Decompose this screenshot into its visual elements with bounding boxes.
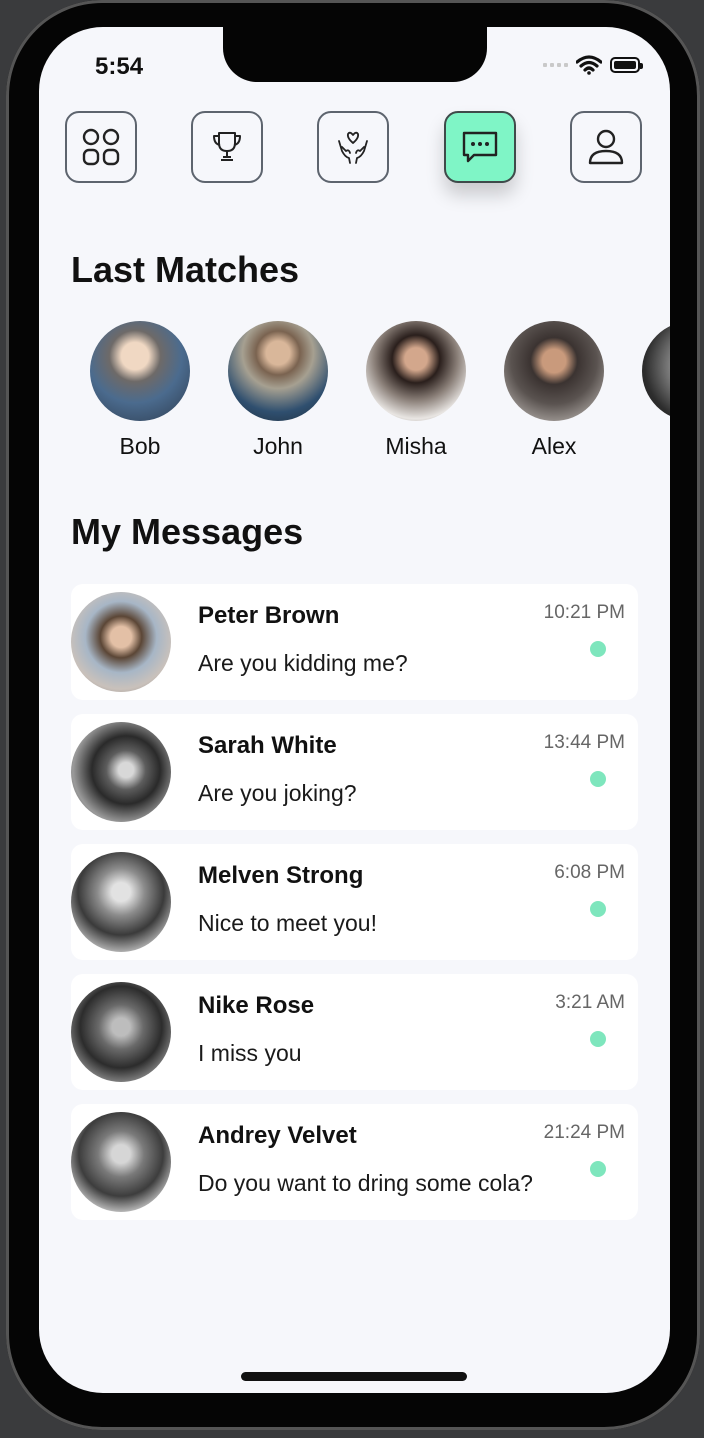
last-matches-title: Last Matches: [71, 249, 300, 290]
match-item-misha[interactable]: Misha: [365, 321, 467, 460]
message-time: 13:44 PM: [543, 732, 625, 753]
match-name: Bob: [119, 433, 161, 459]
match-name: Misha: [385, 433, 447, 459]
message-preview: Are you joking?: [198, 780, 357, 806]
app-screen: 5:54 Last Matches Bob John Misha Alex My…: [39, 27, 670, 1393]
message-preview: I miss you: [198, 1040, 302, 1066]
nav-trophy-button[interactable]: [191, 111, 263, 183]
match-name: John: [253, 433, 303, 459]
message-item[interactable]: Peter Brown Are you kidding me? 10:21 PM: [71, 584, 638, 700]
message-preview: Nice to meet you!: [198, 910, 377, 936]
sender-name: Melven Strong: [198, 862, 364, 889]
grid-icon: [82, 128, 120, 166]
avatar: [71, 982, 171, 1082]
avatar: [71, 722, 171, 822]
trophy-icon: [213, 132, 241, 161]
unread-indicator: [590, 1031, 606, 1047]
message-item[interactable]: Andrey Velvet Do you want to dring some …: [71, 1104, 638, 1220]
avatar: [228, 321, 328, 421]
avatar: [366, 321, 466, 421]
avatar: [71, 592, 171, 692]
sender-name: Nike Rose: [198, 992, 315, 1019]
unread-indicator: [590, 771, 606, 787]
match-item-john[interactable]: John: [227, 321, 329, 460]
top-nav: [65, 111, 645, 185]
avatar: [642, 321, 670, 421]
message-time: 3:21 AM: [555, 992, 625, 1013]
match-item-alex[interactable]: Alex: [503, 321, 605, 460]
status-icons: [543, 55, 643, 75]
avatar: [71, 1112, 171, 1212]
sender-name: Sarah White: [198, 732, 337, 759]
unread-indicator: [590, 901, 606, 917]
status-time: 5:54: [95, 53, 144, 80]
nav-profile-button[interactable]: [570, 111, 642, 183]
battery-icon: [610, 57, 643, 73]
message-item[interactable]: Melven Strong Nice to meet you! 6:08 PM: [71, 844, 638, 960]
nav-likes-button[interactable]: [317, 111, 389, 183]
message-preview: Do you want to dring some cola?: [198, 1170, 533, 1196]
message-time: 21:24 PM: [543, 1122, 625, 1143]
message-item[interactable]: Sarah White Are you joking? 13:44 PM: [71, 714, 638, 830]
sender-name: Peter Brown: [198, 602, 340, 629]
match-name: R: [641, 433, 670, 460]
match-item-bob[interactable]: Bob: [89, 321, 191, 460]
profile-icon: [588, 129, 624, 165]
hands-heart-icon: [338, 131, 368, 164]
avatar: [71, 852, 171, 952]
sender-name: Andrey Velvet: [198, 1122, 357, 1149]
nav-messages-button[interactable]: [444, 111, 516, 183]
cellular-signal-icon: [543, 63, 568, 67]
notch: [223, 27, 487, 82]
match-name: Alex: [531, 433, 577, 459]
last-matches-list: Bob John Misha Alex R: [89, 321, 670, 461]
wifi-icon: [576, 55, 602, 75]
avatar: [90, 321, 190, 421]
chat-icon: [462, 131, 498, 163]
message-time: 10:21 PM: [543, 602, 625, 623]
message-item[interactable]: Nike Rose I miss you 3:21 AM: [71, 974, 638, 1090]
avatar: [504, 321, 604, 421]
unread-indicator: [590, 1161, 606, 1177]
unread-indicator: [590, 641, 606, 657]
match-item-r[interactable]: R: [641, 321, 670, 460]
message-time: 6:08 PM: [554, 862, 625, 883]
message-preview: Are you kidding me?: [198, 650, 408, 676]
my-messages-title: My Messages: [71, 511, 304, 552]
nav-home-button[interactable]: [65, 111, 137, 183]
home-indicator[interactable]: [241, 1372, 467, 1381]
